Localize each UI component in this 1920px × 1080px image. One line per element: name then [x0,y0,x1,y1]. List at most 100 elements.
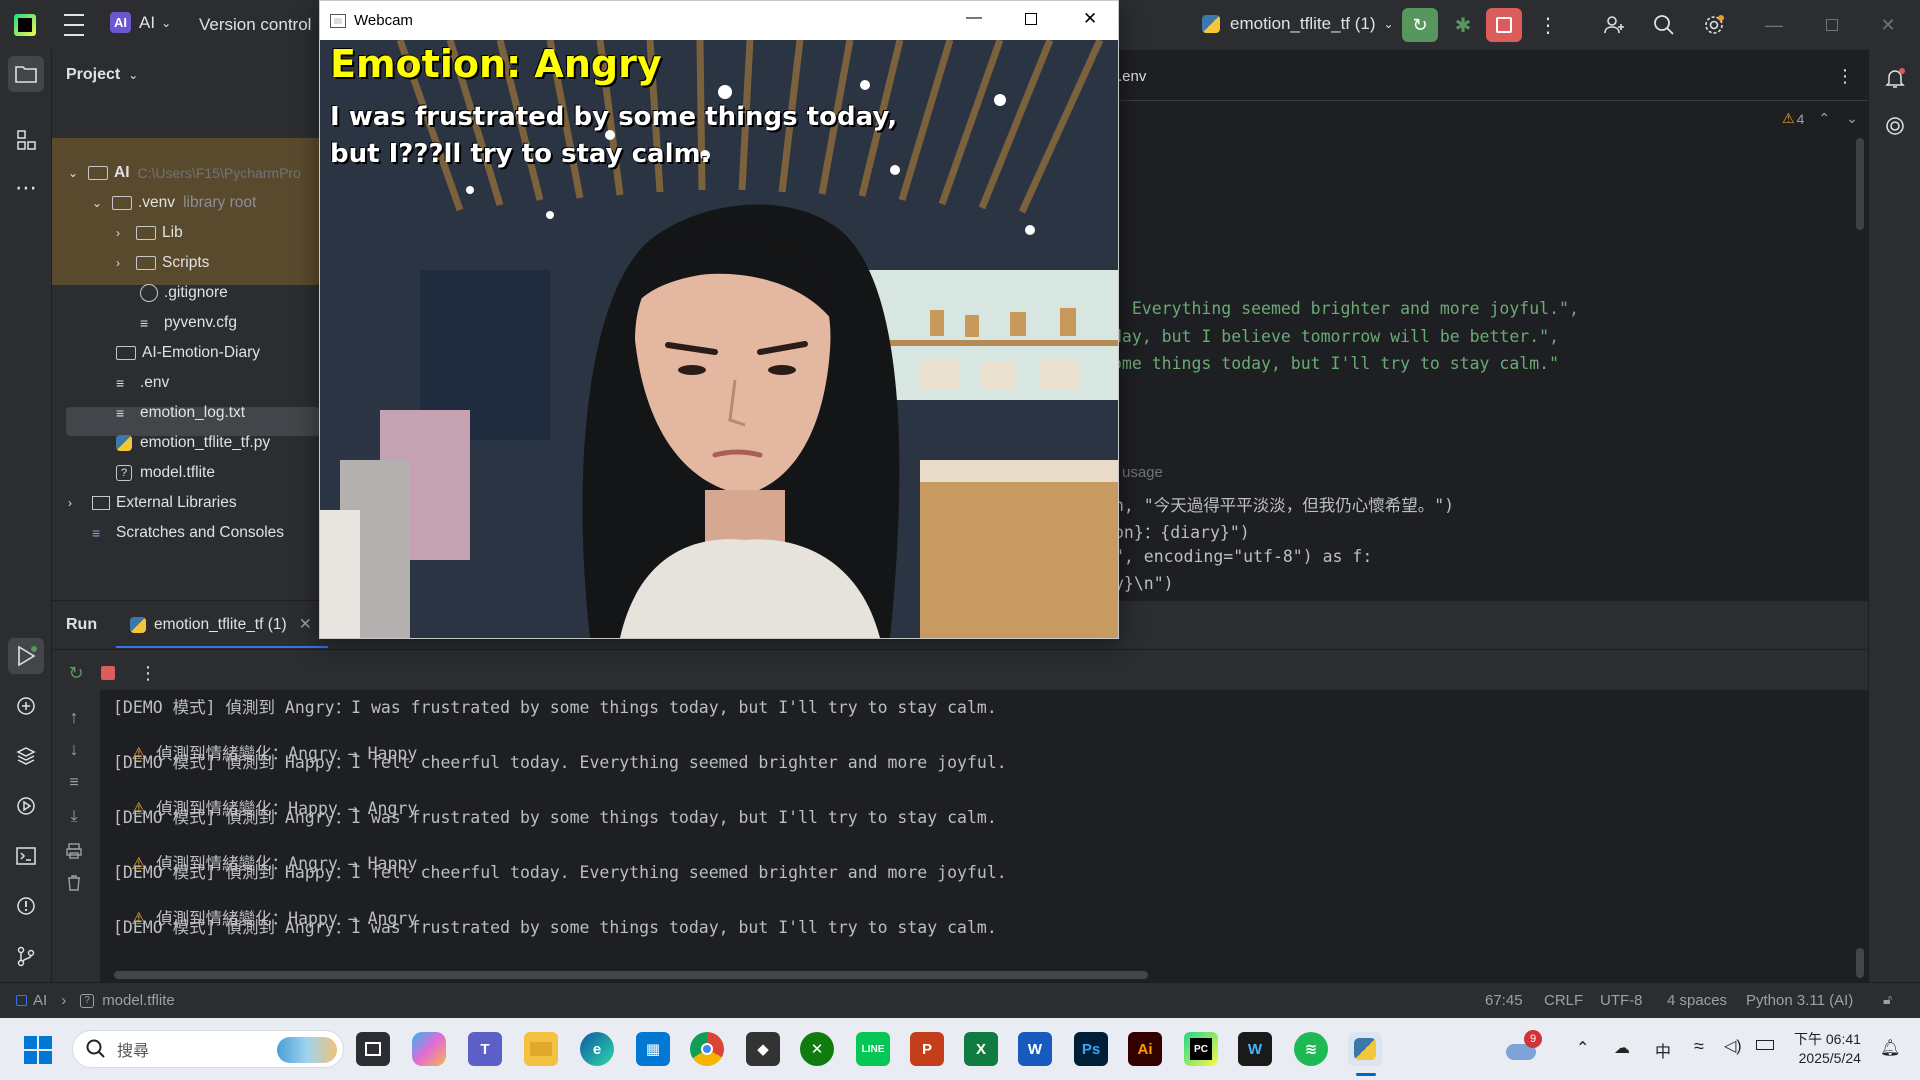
word-icon[interactable]: W [1018,1032,1052,1066]
tree-item-pyvenv[interactable]: ≡ pyvenv.cfg [140,308,237,338]
spotify-icon[interactable]: ≋ [1294,1032,1328,1066]
tree-item-venv[interactable]: ⌄ .venv library root [92,188,256,218]
chevron-down-icon[interactable]: ⌄ [1846,110,1858,127]
project-panel-header[interactable]: Project ⌄ [66,66,138,84]
webcam-title-bar[interactable]: Webcam — ✕ [320,1,1118,40]
close-tab-icon[interactable]: ✕ [299,615,312,634]
tree-item-emotion-log[interactable]: ≡ emotion_log.txt [116,398,245,428]
run-config-selector[interactable]: emotion_tflite_tf (1) ⌄ [1202,14,1394,34]
more-actions-icon[interactable]: ⋮ [1538,12,1558,38]
notification-center-icon[interactable]: 🔔︎ [1880,1038,1900,1058]
tree-item-lib[interactable]: › Lib [116,218,183,248]
copilot-icon[interactable] [412,1032,446,1066]
chrome-icon[interactable] [690,1032,724,1066]
project-switcher[interactable]: AI AI ⌄ [110,12,171,33]
ime-indicator[interactable]: 中 [1655,1038,1671,1062]
chevron-up-icon[interactable]: ⌃ [1576,1038,1589,1058]
tree-item-external-libraries[interactable]: › External Libraries [68,488,237,518]
maximize-window-icon[interactable] [1025,13,1037,25]
line-separator[interactable]: CRLF [1544,992,1583,1009]
settings-gear-icon[interactable] [1700,12,1728,38]
soft-wrap-icon[interactable]: ≡ [62,771,86,795]
console-horizontal-scrollbar[interactable] [114,971,1148,979]
project-folder-icon[interactable] [8,56,44,92]
tree-item-ai-root[interactable]: ⌄ AI C:\Users\F15\PycharmPro [68,158,301,188]
chevron-up-icon[interactable]: ⌃ [1818,110,1830,127]
rerun-button[interactable]: ↻ [1402,8,1438,42]
wifi-icon[interactable]: ≈ [1694,1036,1704,1057]
rerun-icon[interactable]: ↻ [64,661,88,685]
layers-icon[interactable] [8,738,44,774]
search-icon[interactable] [1650,12,1678,38]
arrow-down-icon[interactable]: ↓ [62,737,86,761]
tree-item-env[interactable]: ≡ .env [116,368,169,398]
minimize-window-icon[interactable]: — [966,9,982,27]
code-editor[interactable]: .env ⋮ ⚠ 4 ⌃ ⌄ . Everything seemed brigh… [1108,50,1868,600]
illustrator-icon[interactable]: Ai [1128,1032,1162,1066]
services-icon[interactable] [8,788,44,824]
tree-item-model[interactable]: ? model.tflite [116,458,215,488]
photoshop-icon[interactable]: Ps [1074,1032,1108,1066]
weather-icon[interactable]: 9 [1506,1030,1542,1062]
minimize-window-icon[interactable]: — [1762,12,1786,38]
inspection-widget[interactable]: ⚠ 4 ⌃ ⌄ [1782,110,1858,127]
scroll-to-end-icon[interactable]: ⤓ [62,805,86,829]
editor-more-icon[interactable]: ⋮ [1835,64,1855,88]
pycharm-logo-icon[interactable] [14,14,36,36]
git-branch-icon[interactable] [8,938,44,974]
microsoft-store-icon[interactable]: ▦ [636,1032,670,1066]
run-tool-icon[interactable] [8,638,44,674]
tree-item-scratches[interactable]: ≡ Scratches and Consoles [92,518,284,548]
python-interpreter[interactable]: Python 3.11 (AI) [1746,992,1853,1009]
webex-icon[interactable]: W [1238,1032,1272,1066]
task-view-icon[interactable] [356,1032,390,1066]
tree-item-ai-emotion-diary[interactable]: AI-Emotion-Diary [116,338,260,368]
python-window-icon[interactable] [1348,1032,1382,1066]
problems-icon[interactable] [8,888,44,924]
more-tools-icon[interactable]: ⋯ [8,170,44,206]
battery-icon[interactable] [1756,1040,1774,1050]
taskbar-search-box[interactable]: 搜尋 [72,1030,344,1068]
caret-position[interactable]: 67:45 [1485,992,1523,1009]
restore-window-icon[interactable] [1820,14,1844,36]
breadcrumb-project[interactable]: AI [33,992,47,1009]
trash-icon[interactable] [62,871,86,895]
run-tab[interactable]: emotion_tflite_tf (1) ✕ [130,615,312,634]
main-menu-icon[interactable] [62,14,86,36]
python-console-icon[interactable] [8,688,44,724]
teams-icon[interactable]: T [468,1032,502,1066]
powerpoint-icon[interactable]: P [910,1032,944,1066]
excel-icon[interactable]: X [964,1032,998,1066]
ai-assistant-icon[interactable] [1877,108,1913,144]
tree-item-emotion-script[interactable]: emotion_tflite_tf.py [116,428,270,458]
console-vertical-scrollbar[interactable] [1856,948,1864,978]
stop-button[interactable] [1486,8,1522,42]
unity-hub-icon[interactable]: ◆ [746,1032,780,1066]
arrow-up-icon[interactable]: ↑ [62,705,86,729]
xbox-icon[interactable]: ✕ [800,1032,834,1066]
indent-setting[interactable]: 4 spaces [1667,992,1727,1009]
webcam-window[interactable]: Webcam — ✕ Emotion: Angry I was frustrat… [319,0,1119,639]
version-control-menu[interactable]: Version control [199,15,311,35]
editor-scrollbar[interactable] [1856,138,1864,230]
close-window-icon[interactable]: ✕ [1083,9,1097,29]
breadcrumb-file[interactable]: model.tflite [102,992,175,1009]
windows-start-icon[interactable] [24,1036,52,1064]
structure-icon[interactable] [8,122,44,158]
run-more-icon[interactable]: ⋮ [139,661,157,685]
run-console-output[interactable]: [DEMO 模式] 偵測到 Angry：I was frustrated by … [100,690,1868,982]
print-icon[interactable] [62,839,86,863]
volume-icon[interactable]: ◁) [1724,1036,1742,1056]
clock[interactable]: 下午 06:41 2025/5/24 [1794,1030,1861,1068]
file-explorer-icon[interactable] [524,1032,558,1066]
debug-bug-icon[interactable]: ✱ [1448,10,1478,40]
tree-item-scripts[interactable]: › Scripts [116,248,209,278]
editor-tab[interactable]: .env [1118,68,1146,85]
add-user-icon[interactable] [1600,12,1628,38]
edge-browser-icon[interactable]: e [580,1032,614,1066]
close-window-icon[interactable]: ✕ [1876,12,1900,38]
pycharm-taskbar-icon[interactable]: PC [1184,1032,1218,1066]
onedrive-icon[interactable]: ☁ [1614,1038,1630,1058]
line-app-icon[interactable]: LINE [856,1032,890,1066]
tree-item-gitignore[interactable]: .gitignore [140,278,228,308]
